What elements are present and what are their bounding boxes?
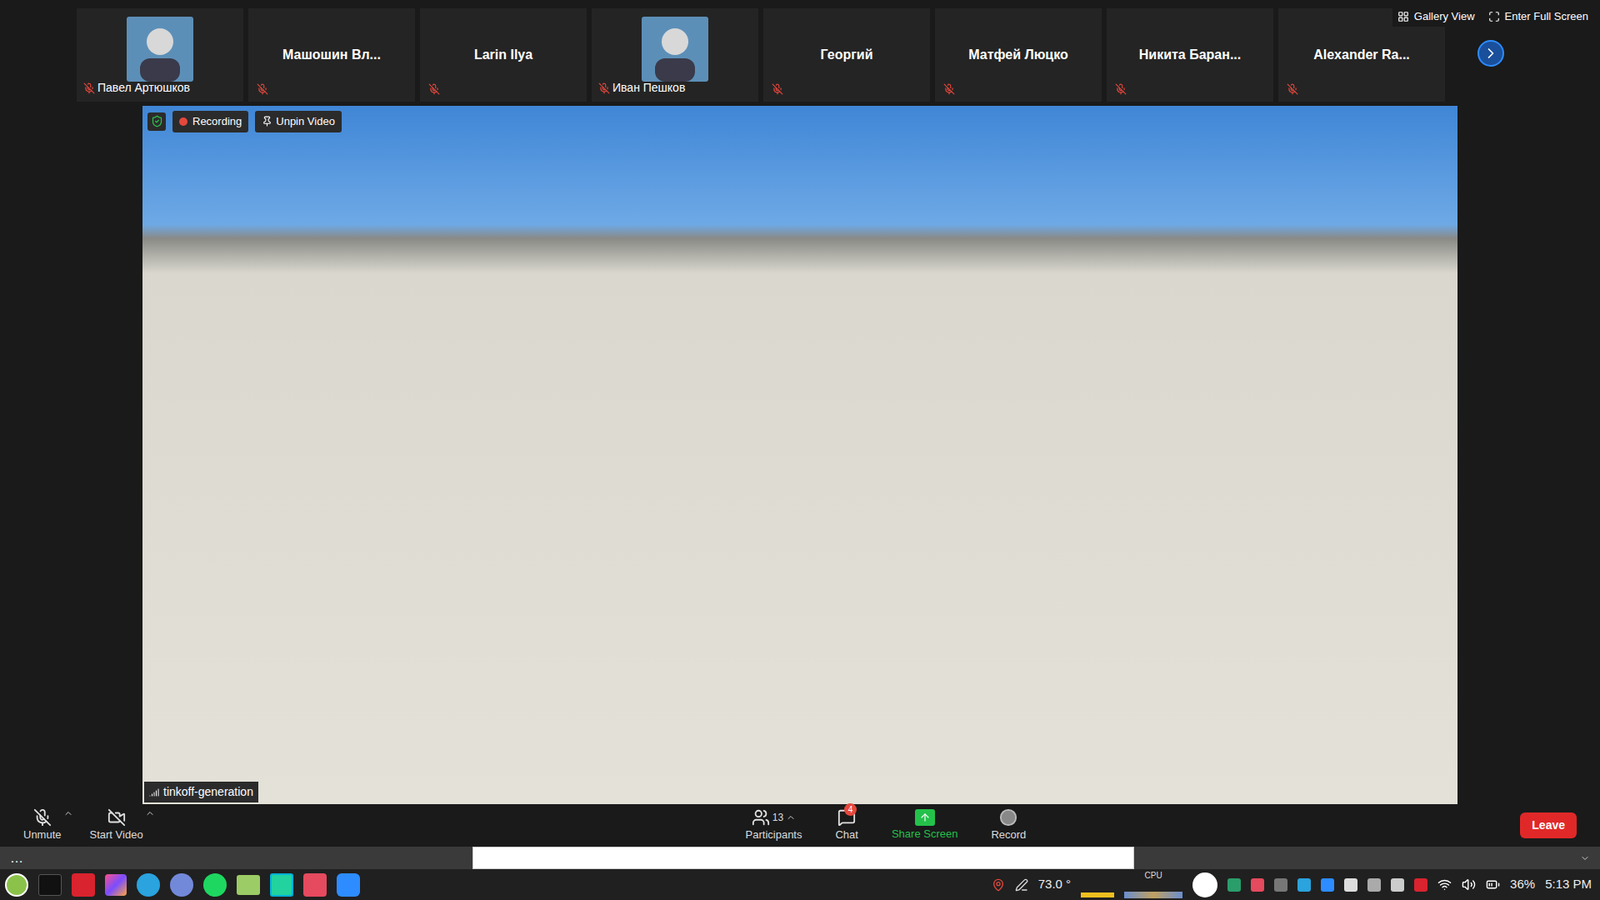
opera-icon[interactable] bbox=[71, 873, 95, 897]
clion-icon[interactable] bbox=[270, 873, 294, 897]
taskbar: 73.0 ° CPU 36% 5:13 PM bbox=[0, 869, 1600, 900]
muted-mic-icon bbox=[83, 82, 95, 95]
telegram-icon[interactable] bbox=[136, 873, 160, 897]
next-page-button[interactable] bbox=[1477, 40, 1505, 67]
avatar-icon bbox=[126, 16, 194, 82]
participant-tile[interactable]: Larin Ilya bbox=[420, 8, 587, 102]
shield-icon bbox=[150, 115, 164, 128]
gallery-view-button[interactable]: Gallery View bbox=[1397, 8, 1475, 25]
toolbar-button[interactable]: Share Screen bbox=[891, 809, 959, 843]
video-source-label: tinkoff-generation bbox=[144, 781, 259, 803]
unpin-video-button[interactable]: Unpin Video bbox=[255, 110, 342, 133]
toolbar-button[interactable]: Unmute bbox=[23, 808, 62, 844]
muted-mic-icon bbox=[1286, 83, 1299, 95]
participant-tile[interactable]: Иван Пешков bbox=[591, 8, 759, 102]
record-icon bbox=[999, 808, 1018, 827]
video-frame: Recording Unpin Video tinkoff-generation bbox=[142, 105, 1458, 805]
battery-level: 36% bbox=[1510, 875, 1535, 895]
participant-name: Машошин Вл... bbox=[282, 45, 381, 65]
muted-mic-icon bbox=[598, 82, 610, 95]
tray-icon[interactable] bbox=[1297, 878, 1311, 892]
grid-icon bbox=[1397, 10, 1410, 23]
participants-icon bbox=[751, 808, 770, 827]
pen-icon bbox=[1015, 878, 1029, 892]
tray-icon[interactable] bbox=[1367, 878, 1381, 892]
tray-icon[interactable] bbox=[1320, 878, 1335, 892]
toolbar-button[interactable]: 13Participants bbox=[745, 808, 803, 844]
full-screen-button[interactable]: Enter Full Screen bbox=[1488, 8, 1589, 25]
participant-tile[interactable]: Матфей Люцко bbox=[935, 8, 1102, 102]
pin-icon bbox=[261, 115, 273, 127]
battery-icon[interactable] bbox=[1485, 877, 1500, 892]
muted-mic-icon bbox=[771, 83, 784, 95]
terminal-icon[interactable] bbox=[38, 874, 62, 896]
recording-indicator[interactable]: Recording bbox=[172, 110, 249, 133]
avatar-icon bbox=[641, 16, 709, 82]
tray-icon[interactable] bbox=[1274, 878, 1288, 892]
participant-name: Матфей Люцко bbox=[968, 45, 1069, 65]
muted-mic-icon bbox=[1115, 83, 1127, 95]
mic-off-icon bbox=[33, 808, 52, 827]
spotify-icon[interactable] bbox=[203, 873, 227, 897]
temp-bar bbox=[1080, 872, 1115, 898]
participant-name: Павел Артюшков bbox=[97, 79, 190, 97]
scroll-strip: … bbox=[0, 846, 1600, 870]
chat-badge: 4 bbox=[844, 803, 857, 816]
toolbar-button[interactable]: Start Video bbox=[90, 808, 144, 844]
muted-mic-icon bbox=[256, 83, 269, 95]
leave-button[interactable]: Leave bbox=[1520, 812, 1577, 839]
tray-icon[interactable] bbox=[1250, 878, 1265, 892]
tray-icon[interactable] bbox=[1390, 878, 1405, 892]
discord-icon[interactable] bbox=[170, 873, 194, 897]
signal-icon bbox=[149, 787, 160, 798]
muted-mic-icon bbox=[428, 83, 440, 95]
video-area: Recording Unpin Video tinkoff-generation bbox=[0, 105, 1600, 805]
participant-tile[interactable]: Никита Баран... bbox=[1106, 8, 1274, 102]
location-icon bbox=[991, 878, 1005, 892]
clock[interactable]: 5:13 PM bbox=[1545, 875, 1595, 895]
app-icon[interactable] bbox=[105, 874, 127, 896]
participant-name: Larin Ilya bbox=[474, 45, 533, 65]
participant-name: Георгий bbox=[820, 45, 873, 65]
participant-tile[interactable]: Машошин Вл... bbox=[248, 8, 415, 102]
volume-icon[interactable] bbox=[1461, 877, 1476, 892]
share-screen-icon bbox=[915, 809, 935, 826]
tray-icon[interactable] bbox=[1227, 878, 1241, 892]
encryption-badge[interactable] bbox=[147, 112, 166, 131]
toolbar-button[interactable]: Record bbox=[990, 808, 1026, 844]
participant-tile[interactable]: Георгий bbox=[763, 8, 930, 102]
meeting-toolbar: Unmute Start Video 13Participants 4Chat Shar… bbox=[0, 804, 1600, 847]
tray-icon[interactable] bbox=[1414, 878, 1428, 892]
participant-tile[interactable]: Павел Артюшков bbox=[76, 8, 244, 102]
expand-icon bbox=[1488, 10, 1500, 23]
temperature: 73.0 ° bbox=[1038, 875, 1071, 895]
tray-icon[interactable] bbox=[1344, 878, 1358, 892]
toolbar-button[interactable]: 4Chat bbox=[835, 808, 858, 844]
cpu-monitor: CPU bbox=[1124, 871, 1183, 899]
participant-name: Иван Пешков bbox=[612, 79, 685, 97]
files-icon[interactable] bbox=[236, 875, 260, 895]
participants-strip: Павел Артюшков Машошин Вл... Larin Ilya Ива… bbox=[0, 0, 1600, 106]
participant-name: Никита Баран... bbox=[1139, 45, 1241, 65]
zoom-screen: Павел Артюшков Машошин Вл... Larin Ilya Ива… bbox=[0, 0, 1600, 900]
wifi-icon[interactable] bbox=[1437, 877, 1452, 892]
app-icon[interactable] bbox=[303, 873, 327, 897]
scroll-thumb[interactable] bbox=[472, 846, 1135, 870]
mint-menu-icon[interactable] bbox=[5, 873, 29, 897]
zoom-icon[interactable] bbox=[336, 873, 360, 897]
participant-name: Alexander Ra... bbox=[1313, 45, 1410, 65]
muted-mic-icon bbox=[943, 83, 955, 95]
video-off-icon bbox=[107, 808, 126, 827]
memory-monitor-icon bbox=[1192, 872, 1218, 898]
